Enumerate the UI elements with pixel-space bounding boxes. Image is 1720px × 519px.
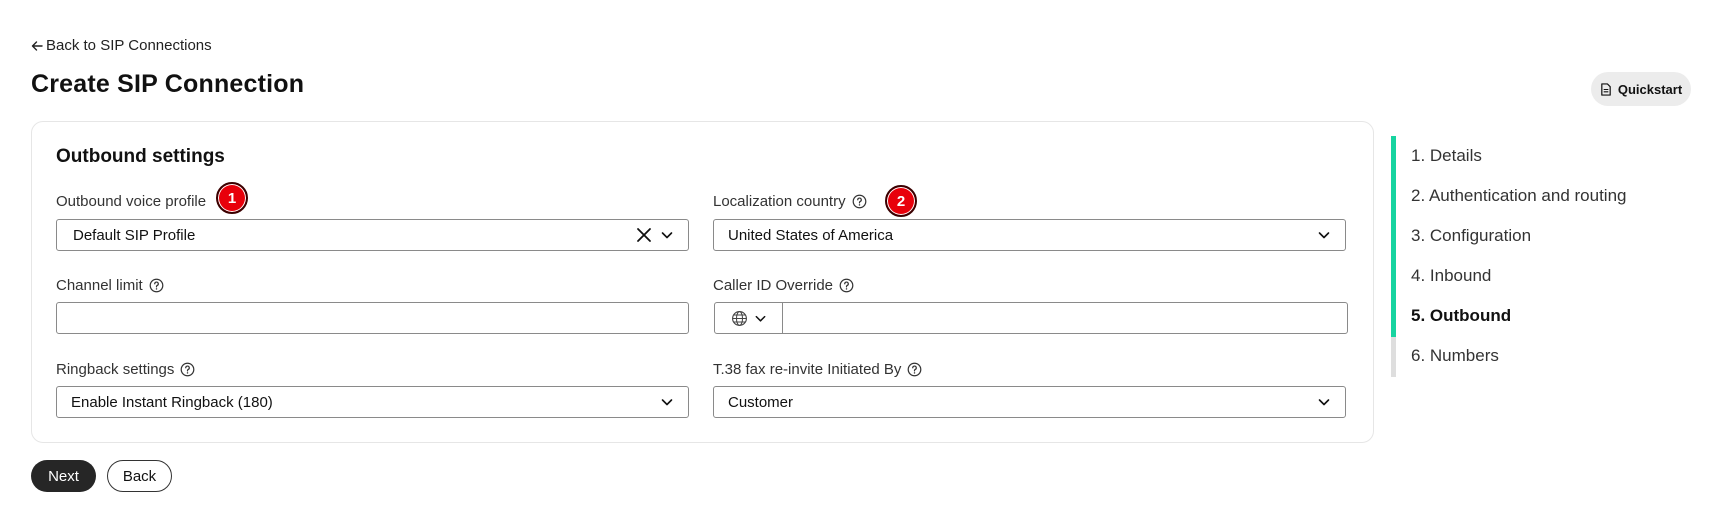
channel-limit-label: Channel limit: [56, 277, 164, 294]
step-details[interactable]: 1. Details: [1411, 146, 1482, 166]
country-code-picker[interactable]: [715, 303, 783, 333]
step-authentication-and-routing[interactable]: 2. Authentication and routing: [1411, 186, 1627, 206]
outbound-voice-profile-select[interactable]: Default SIP Profile: [56, 219, 689, 251]
t38-fax-label: T.38 fax re-invite Initiated By: [713, 361, 922, 378]
step-outbound[interactable]: 5. Outbound: [1411, 306, 1511, 326]
channel-limit-label-text: Channel limit: [56, 277, 143, 294]
step-configuration[interactable]: 3. Configuration: [1411, 226, 1531, 246]
document-icon: [1601, 82, 1611, 96]
stepper-remaining-track: [1391, 337, 1396, 377]
localization-country-label-text: Localization country: [713, 193, 846, 210]
outbound-voice-profile-value: Default SIP Profile: [73, 226, 196, 244]
help-icon[interactable]: [180, 362, 195, 377]
caller-id-override-label-text: Caller ID Override: [713, 277, 834, 294]
step-numbers[interactable]: 6. Numbers: [1411, 346, 1499, 366]
annotation-marker-2: 2: [885, 185, 917, 217]
t38-fax-select[interactable]: Customer: [713, 386, 1346, 418]
help-icon[interactable]: [907, 362, 922, 377]
ringback-settings-label: Ringback settings: [56, 361, 195, 378]
annotation-marker-1: 1: [216, 182, 248, 214]
ringback-settings-select[interactable]: Enable Instant Ringback (180): [56, 386, 689, 418]
clear-icon[interactable]: [636, 227, 652, 243]
next-button[interactable]: Next: [31, 460, 96, 492]
arrow-left-icon: [31, 40, 43, 51]
section-title: Outbound settings: [56, 146, 225, 167]
caller-id-override-input[interactable]: [783, 303, 1347, 333]
help-icon[interactable]: [852, 194, 867, 209]
outbound-voice-profile-label-text: Outbound voice profile: [56, 193, 207, 210]
channel-limit-input[interactable]: [56, 302, 689, 334]
help-icon[interactable]: [839, 278, 854, 293]
caller-id-override-field: [714, 302, 1348, 334]
chevron-down-icon: [1318, 399, 1330, 406]
localization-country-value: United States of America: [728, 226, 894, 244]
back-link-label: Back to SIP Connections: [46, 37, 212, 54]
chevron-down-icon: [755, 315, 765, 322]
stepper-progress-track: [1391, 136, 1396, 337]
outbound-voice-profile-label: Outbound voice profile: [56, 193, 206, 210]
step-inbound[interactable]: 4. Inbound: [1411, 266, 1491, 286]
localization-country-select[interactable]: United States of America: [713, 219, 1346, 251]
back-button[interactable]: Back: [107, 460, 172, 492]
t38-fax-value: Customer: [728, 393, 794, 411]
chevron-down-icon: [1318, 232, 1330, 239]
page-title: Create SIP Connection: [31, 70, 305, 98]
localization-country-label: Localization country: [713, 193, 867, 210]
caller-id-override-label: Caller ID Override: [713, 277, 854, 294]
chevron-down-icon[interactable]: [660, 228, 674, 242]
quickstart-button[interactable]: Quickstart: [1591, 72, 1691, 106]
quickstart-label: Quickstart: [1617, 81, 1683, 97]
globe-icon: [731, 310, 747, 326]
ringback-settings-value: Enable Instant Ringback (180): [71, 393, 273, 411]
ringback-settings-label-text: Ringback settings: [56, 361, 175, 378]
help-icon[interactable]: [149, 278, 164, 293]
back-to-sip-connections-link[interactable]: Back to SIP Connections: [31, 37, 212, 54]
chevron-down-icon: [661, 399, 673, 406]
t38-fax-label-text: T.38 fax re-invite Initiated By: [713, 361, 902, 378]
